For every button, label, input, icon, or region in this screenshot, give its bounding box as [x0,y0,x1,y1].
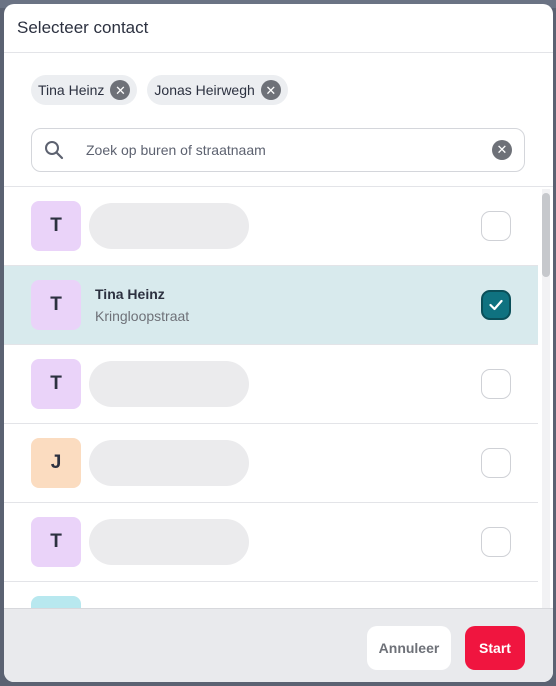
avatar: T [31,201,81,251]
loading-placeholder [89,361,249,407]
list-item[interactable]: T [4,503,538,582]
select-checkbox[interactable] [481,527,511,557]
contact-list: T T Tina Heinz Kringloopstraat T J T [4,186,553,609]
loading-placeholder [89,203,249,249]
loading-placeholder [89,440,249,486]
scrollbar[interactable] [542,189,550,609]
clear-search-icon[interactable]: ✕ [492,140,512,160]
checkmark-icon [489,299,503,311]
dialog-title: Selecteer contact [17,18,149,37]
list-item[interactable]: T Tina Heinz Kringloopstraat [4,266,538,345]
dialog-header: Selecteer contact [4,4,553,53]
scrollbar-thumb[interactable] [542,193,550,277]
dialog-footer: Annuleer Start [4,608,553,682]
loading-placeholder [89,519,249,565]
avatar: T [31,517,81,567]
search-box: ✕ [31,128,525,172]
select-checkbox[interactable] [481,448,511,478]
selected-chip: Tina Heinz ✕ [31,75,138,105]
list-item[interactable]: T [4,345,538,424]
search-icon [32,128,76,172]
select-checkbox[interactable] [481,369,511,399]
search-input[interactable] [86,130,492,170]
selected-chip: Jonas Heirwegh ✕ [147,75,288,105]
list-item[interactable] [4,582,538,609]
avatar: T [31,280,81,330]
contact-info: Tina Heinz Kringloopstraat [95,286,189,324]
chip-label: Jonas Heirwegh [154,82,255,98]
contact-street: Kringloopstraat [95,308,190,324]
list-item[interactable]: J [4,424,538,503]
select-contact-dialog: Selecteer contact Tina Heinz ✕ Jonas Hei… [4,4,553,682]
start-button[interactable]: Start [465,626,525,670]
contact-name: Tina Heinz [95,286,165,302]
remove-chip-icon[interactable]: ✕ [110,80,131,100]
select-checkbox[interactable] [481,290,511,320]
chip-label: Tina Heinz [38,82,105,98]
cancel-button[interactable]: Annuleer [367,626,451,670]
avatar: J [31,438,81,488]
avatar: T [31,359,81,409]
select-checkbox[interactable] [481,211,511,241]
list-item[interactable]: T [4,187,538,266]
remove-chip-icon[interactable]: ✕ [260,80,281,100]
